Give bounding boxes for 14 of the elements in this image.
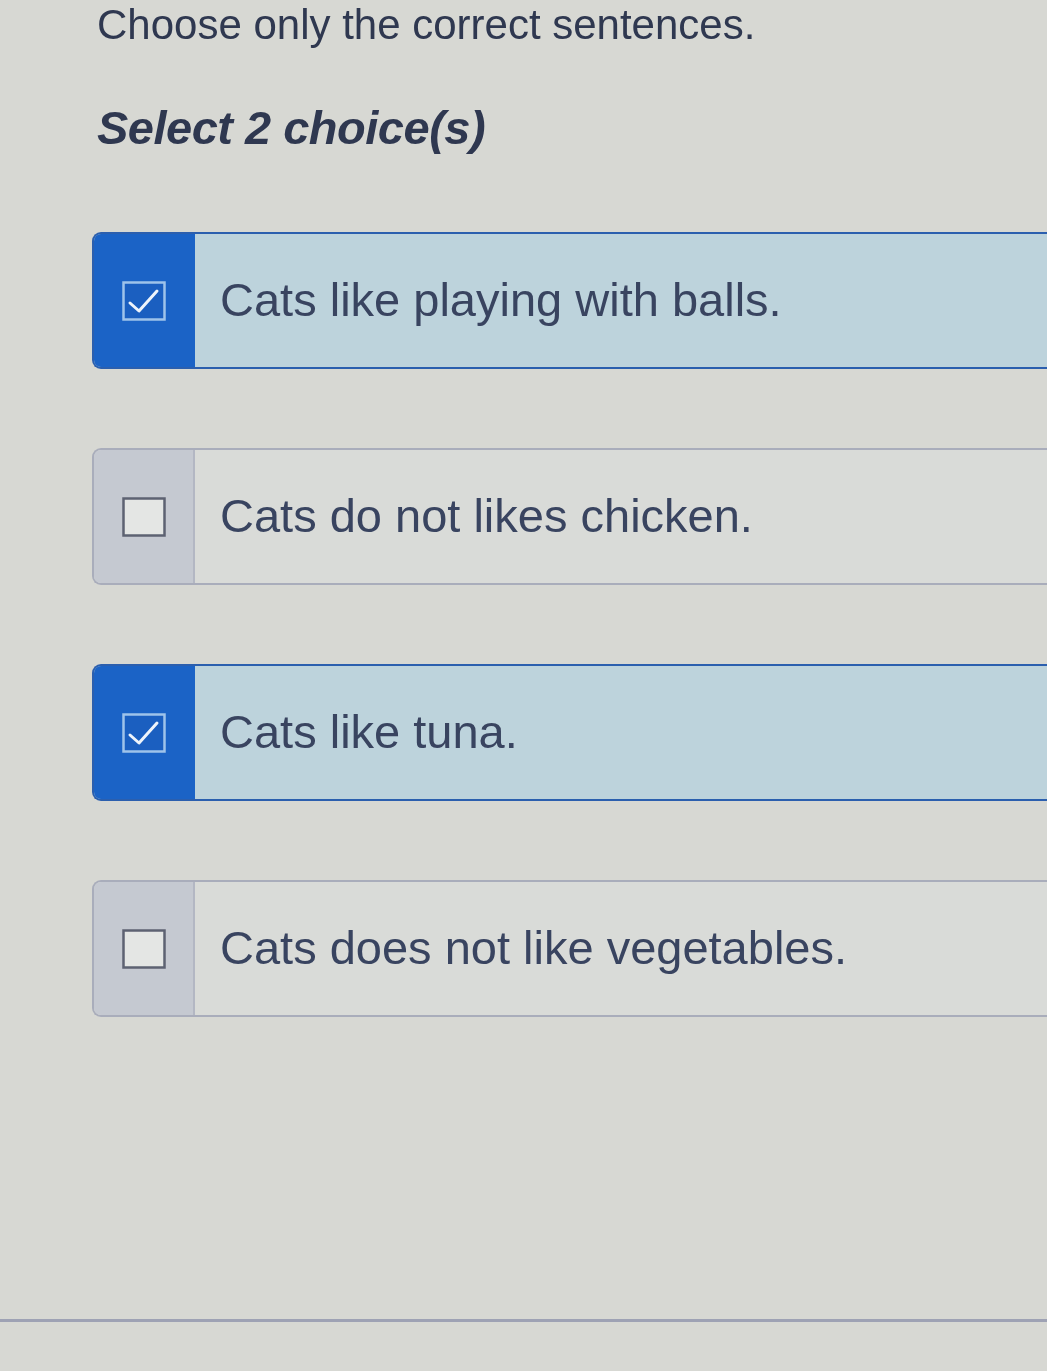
choice-text: Cats does not like vegetables. [219,920,848,977]
choice-text: Cats do not likes chicken. [219,488,753,545]
checkbox[interactable] [121,712,166,753]
choice-text: Cats like playing with balls. [219,272,782,329]
choice-option[interactable]: Cats like playing with balls. [92,232,1047,369]
choice-text: Cats like tuna. [219,704,518,761]
question-prompt: Choose only the correct sentences. [96,0,757,50]
choice-option[interactable]: Cats does not like vegetables. [92,880,1047,1017]
checkbox[interactable] [121,496,166,537]
checkbox[interactable] [121,280,166,321]
choice-option[interactable]: Cats like tuna. [92,664,1047,801]
instruction-text: Select 2 choice(s) [96,100,487,156]
choice-option[interactable]: Cats do not likes chicken. [92,448,1047,585]
checkbox[interactable] [121,928,166,969]
